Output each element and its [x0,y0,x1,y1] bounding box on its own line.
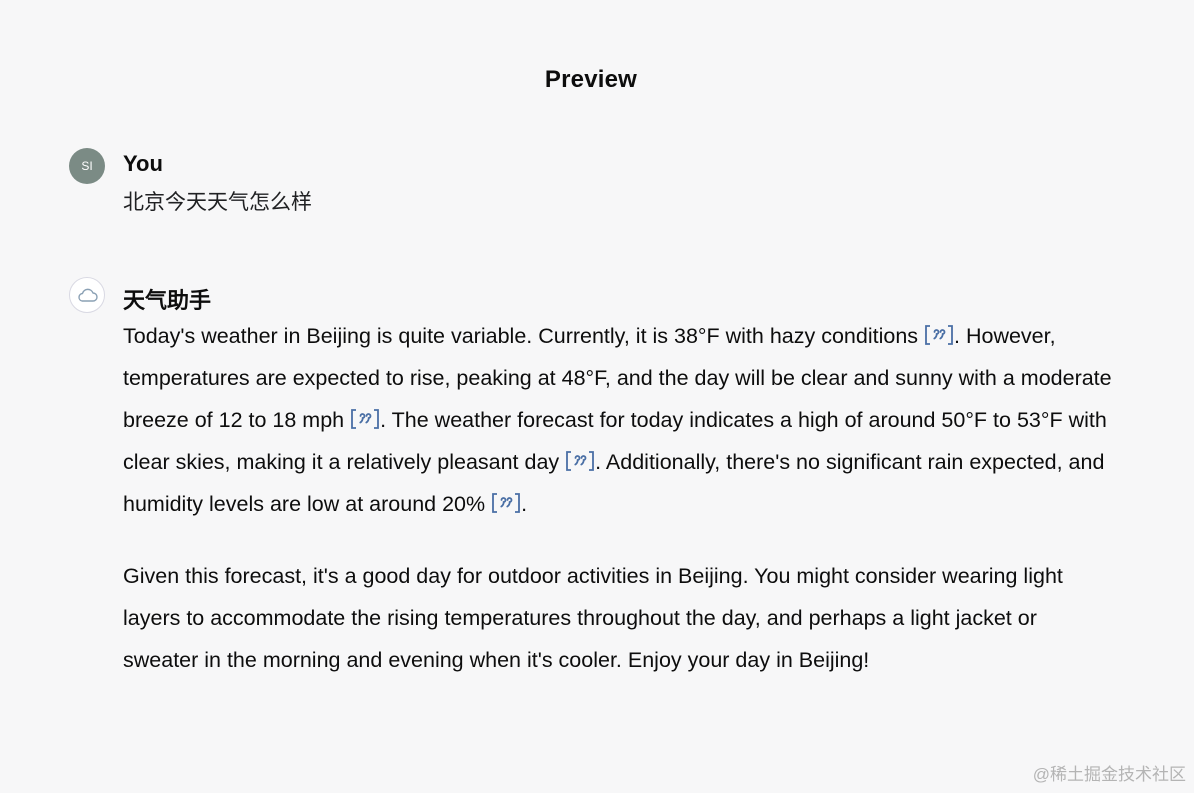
user-author-name: You [123,151,163,176]
assistant-avatar [69,277,105,313]
citation-quote-icon[interactable] [565,450,595,472]
page-title: Preview [544,66,638,93]
user-avatar: SI [69,148,105,184]
watermark: @稀土掘金技术社区 [1032,765,1186,784]
citation-quote-icon[interactable] [924,324,954,346]
assistant-text-segment: . [521,492,528,516]
assistant-message-body: Today's weather in Beijing is quite vari… [123,315,1113,681]
cloud-icon [78,288,98,302]
assistant-paragraph-2: Given this forecast, it's a good day for… [123,564,1063,672]
citation-quote-icon[interactable] [491,492,521,514]
user-message-text: 北京今天天气怎么样 [123,191,312,214]
assistant-author-name: 天气助手 [123,288,212,313]
assistant-paragraph-1: Today's weather in Beijing is quite vari… [123,315,1113,525]
assistant-text-segment: Today's weather in Beijing is quite vari… [123,324,925,348]
citation-quote-icon[interactable] [350,408,380,430]
